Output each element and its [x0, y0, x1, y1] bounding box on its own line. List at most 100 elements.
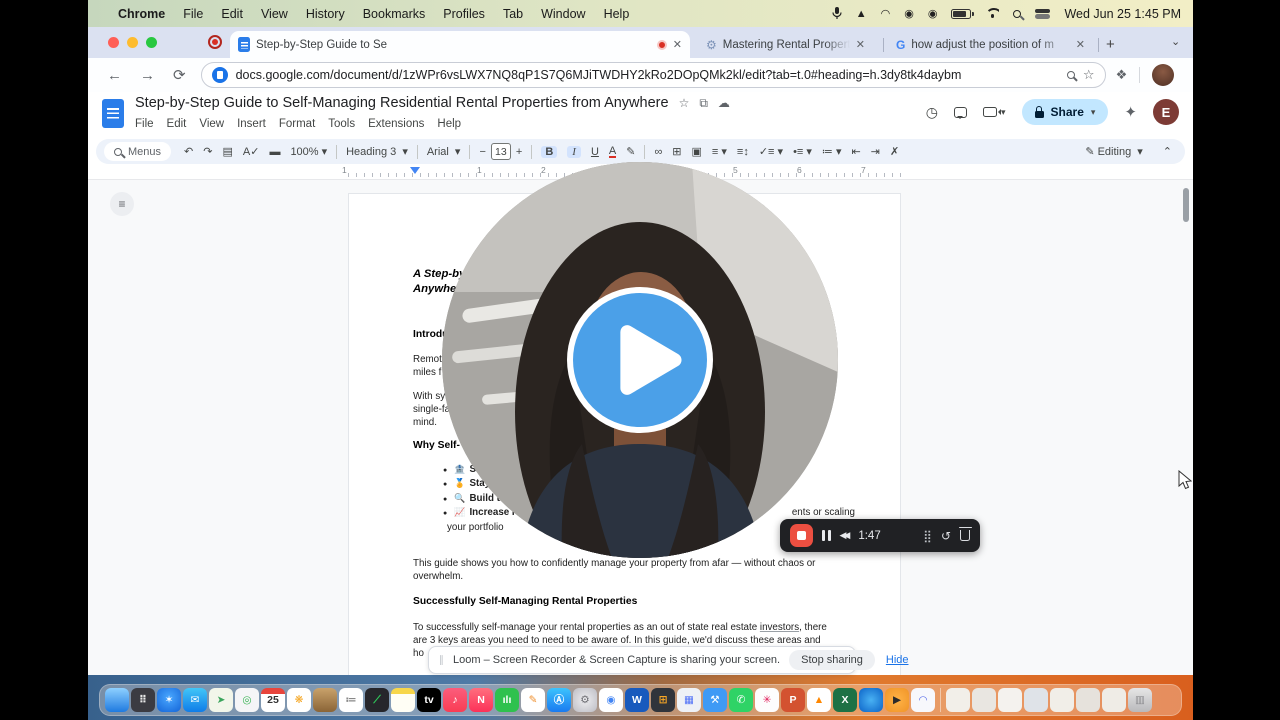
dock-app-icon[interactable]: ⚒: [703, 688, 727, 712]
video-play-button[interactable]: [567, 287, 713, 433]
dock-window-icon[interactable]: [972, 688, 996, 712]
dock-app-icon[interactable]: ⟋: [365, 688, 389, 712]
dock-app-icon[interactable]: ▦: [677, 688, 701, 712]
italic-button[interactable]: I: [567, 145, 581, 158]
text-color-button[interactable]: A: [608, 145, 617, 158]
dock-window-icon[interactable]: ▥: [1128, 688, 1152, 712]
dock-window-icon[interactable]: [1076, 688, 1100, 712]
tab-search-chevron-icon[interactable]: ⌄: [1171, 35, 1180, 48]
dock-app-icon[interactable]: ✉: [183, 688, 207, 712]
share-button[interactable]: Share ▾: [1021, 99, 1109, 125]
star-document-icon[interactable]: ☆: [679, 96, 690, 110]
docs-menu-item[interactable]: Extensions: [368, 118, 424, 130]
menubar-item[interactable]: View: [261, 7, 288, 21]
bold-button[interactable]: B: [541, 145, 558, 158]
menubar-item[interactable]: Window: [541, 7, 585, 21]
collapse-toolbar-icon[interactable]: ⌃: [1163, 145, 1172, 158]
bookmark-star-icon[interactable]: ☆: [1083, 67, 1095, 83]
undo-button[interactable]: ↶: [184, 145, 193, 158]
account-avatar[interactable]: E: [1153, 99, 1179, 125]
stop-sharing-button[interactable]: Stop sharing: [789, 650, 875, 670]
dock-app-icon[interactable]: ✶: [157, 688, 181, 712]
forward-button[interactable]: →: [140, 67, 155, 84]
move-folder-icon[interactable]: ⧉: [699, 96, 708, 111]
menubar-app-name[interactable]: Chrome: [118, 7, 165, 21]
dock-app-icon[interactable]: ✆: [729, 688, 753, 712]
docs-menu-item[interactable]: Tools: [328, 118, 355, 130]
paint-format-button[interactable]: ▬: [269, 146, 280, 158]
dock-app-icon[interactable]: ✳: [755, 688, 779, 712]
zoom-page-icon[interactable]: [1066, 71, 1075, 79]
tab-close-icon[interactable]: ✕: [1076, 38, 1085, 51]
tab-close-icon[interactable]: ✕: [673, 38, 682, 51]
dock-window-icon[interactable]: [1050, 688, 1074, 712]
checklist-button[interactable]: ✓≡ ▾: [759, 145, 783, 158]
menubar-item[interactable]: Tab: [503, 7, 523, 21]
redo-button[interactable]: ↷: [203, 145, 212, 158]
editing-mode-select[interactable]: ✎ Editing ▾: [1085, 145, 1142, 159]
tab-docs[interactable]: Step-by-Step Guide to Se ✕: [230, 31, 690, 58]
stop-recording-button[interactable]: [790, 524, 813, 547]
menubar-item[interactable]: File: [183, 7, 203, 21]
vlc-menubar-icon[interactable]: ▲: [856, 8, 867, 20]
menubar-item[interactable]: Help: [604, 7, 630, 21]
url-text[interactable]: docs.google.com/document/d/1zWPr6vsLWX7N…: [236, 68, 1059, 82]
scrollbar-thumb[interactable]: [1183, 188, 1189, 222]
dock-window-icon[interactable]: [946, 688, 970, 712]
spotlight-icon[interactable]: [1013, 9, 1022, 18]
minimize-window-button[interactable]: [127, 37, 138, 48]
tab-close-icon[interactable]: ✕: [856, 38, 865, 51]
menubar-item[interactable]: Edit: [221, 7, 243, 21]
menubar-clock[interactable]: Wed Jun 25 1:45 PM: [1064, 7, 1181, 21]
arc-menubar-icon[interactable]: ◠: [881, 7, 891, 20]
dock-app-icon[interactable]: [859, 688, 883, 712]
clear-formatting-button[interactable]: ✗: [890, 145, 899, 158]
docs-menu-item[interactable]: Format: [279, 118, 315, 130]
decrease-indent-button[interactable]: ⇤: [852, 145, 861, 158]
close-window-button[interactable]: [108, 37, 119, 48]
battery-icon[interactable]: [951, 8, 974, 19]
dock-window-icon[interactable]: [998, 688, 1022, 712]
play-circle-menubar-icon[interactable]: ◉: [928, 7, 938, 20]
dock-app-icon[interactable]: tv: [417, 688, 441, 712]
dock-app-icon[interactable]: N: [469, 688, 493, 712]
font-size-input[interactable]: 13: [490, 143, 511, 160]
menubar-item[interactable]: Bookmarks: [363, 7, 426, 21]
browser-profile-avatar[interactable]: [1152, 64, 1175, 86]
dock-app-icon[interactable]: 25: [261, 688, 285, 712]
increase-font-button[interactable]: +: [516, 146, 522, 158]
new-tab-button[interactable]: +: [1106, 36, 1115, 53]
wifi-icon[interactable]: [985, 8, 999, 19]
dock-window-icon[interactable]: [1102, 688, 1126, 712]
dock-app-icon[interactable]: ◉: [599, 688, 623, 712]
fullscreen-window-button[interactable]: [146, 37, 157, 48]
comments-icon[interactable]: [954, 106, 967, 119]
indent-marker-icon[interactable]: [410, 167, 420, 179]
delete-recording-icon[interactable]: [958, 526, 972, 541]
dock-app-icon[interactable]: [391, 688, 415, 712]
dock-app-icon[interactable]: ▶: [885, 688, 909, 712]
paragraph-style-select[interactable]: Heading 3 ▾: [346, 145, 408, 159]
docs-menu-item[interactable]: File: [135, 118, 154, 130]
dock-app-icon[interactable]: ⚙: [573, 688, 597, 712]
underline-button[interactable]: U: [591, 146, 599, 158]
tab-mastering-rental[interactable]: ⚙ Mastering Rental Property M ✕: [698, 31, 873, 58]
google-docs-app-icon[interactable]: [102, 99, 124, 128]
dock-app-icon[interactable]: Ⓐ: [547, 688, 571, 712]
docs-menu-item[interactable]: Insert: [237, 118, 266, 130]
refresh-button[interactable]: ⟳: [173, 66, 186, 84]
highlight-button[interactable]: ✎: [626, 145, 635, 158]
dock-app-icon[interactable]: ◠: [911, 688, 935, 712]
dock-app-icon[interactable]: W: [625, 688, 649, 712]
dock-window-icon[interactable]: [1024, 688, 1048, 712]
dock-app-icon[interactable]: P: [781, 688, 805, 712]
gemini-sparkle-icon[interactable]: ✦: [1124, 103, 1137, 121]
insert-image-button[interactable]: ▣: [692, 145, 702, 158]
dock-app-icon[interactable]: ılı: [495, 688, 519, 712]
dock-app-icon[interactable]: ♪: [443, 688, 467, 712]
font-select[interactable]: Arial ▾: [427, 145, 461, 159]
control-center-icon[interactable]: [1035, 8, 1051, 19]
extensions-icon[interactable]: ❖: [1116, 67, 1128, 83]
numbered-list-button[interactable]: ≔ ▾: [822, 145, 842, 158]
zoom-select[interactable]: 100% ▾: [290, 145, 327, 159]
